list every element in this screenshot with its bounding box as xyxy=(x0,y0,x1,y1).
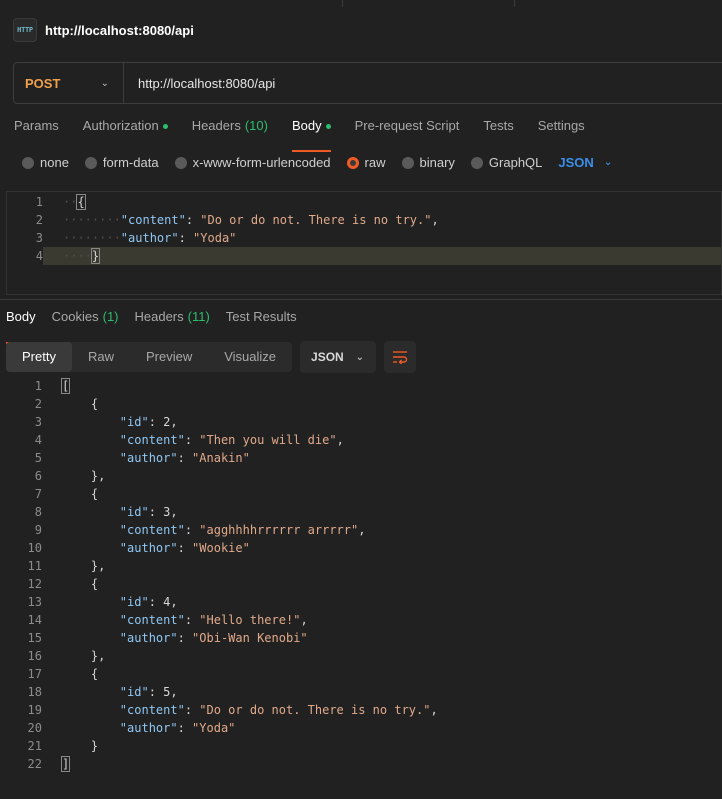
code-line: 14 "content": "Hello there!", xyxy=(27,613,308,627)
view-raw-button[interactable]: Raw xyxy=(72,342,130,372)
url-bar: POST ⌄ xyxy=(13,62,722,104)
code-line: 4 ····} xyxy=(7,247,721,265)
wrap-icon xyxy=(393,351,408,364)
tab-divider xyxy=(514,0,515,7)
method-label: POST xyxy=(25,75,61,91)
tab-cookies[interactable]: Cookies (1) xyxy=(52,309,119,335)
tab-response-body[interactable]: Body xyxy=(6,309,36,344)
code-line: 17 { xyxy=(27,667,99,681)
request-title-bar: HTTP http://localhost:8080/api xyxy=(13,14,194,46)
window-top-strip xyxy=(0,0,722,8)
request-tabs: Params Authorization Headers (10) Body Pr… xyxy=(14,118,585,152)
view-pretty-button[interactable]: Pretty xyxy=(6,342,72,372)
view-visualize-button[interactable]: Visualize xyxy=(208,342,292,372)
body-format-select[interactable]: JSON ⌄ xyxy=(558,155,612,170)
response-format-select[interactable]: JSON ⌄ xyxy=(300,341,377,373)
code-line: 16 }, xyxy=(27,649,106,663)
response-view-bar: Pretty Raw Preview Visualize JSON ⌄ xyxy=(6,341,417,373)
response-body-viewer[interactable]: 1[ 2 { 3 "id": 2, 4 "content": "Then you… xyxy=(6,377,722,773)
view-preview-button[interactable]: Preview xyxy=(130,342,208,372)
code-line: 18 "id": 5, xyxy=(27,685,178,699)
code-line: 8 "id": 3, xyxy=(34,505,178,519)
wrap-lines-button[interactable] xyxy=(384,341,417,373)
code-line: 20 "author": "Yoda" xyxy=(27,721,236,735)
tab-response-headers[interactable]: Headers (11) xyxy=(135,309,210,335)
view-mode-group: Pretty Raw Preview Visualize xyxy=(6,342,293,372)
url-input[interactable] xyxy=(124,75,684,91)
radio-graphql[interactable]: GraphQL xyxy=(470,155,542,170)
request-title[interactable]: http://localhost:8080/api xyxy=(45,23,194,38)
tab-authorization[interactable]: Authorization xyxy=(83,118,168,144)
code-line: 21 } xyxy=(27,739,99,753)
response-tabs: Body Cookies (1) Headers (11) Test Results xyxy=(6,309,297,344)
code-line: 5 "author": "Anakin" xyxy=(34,451,250,465)
tab-params[interactable]: Params xyxy=(14,118,59,144)
code-line: 11 }, xyxy=(27,559,106,573)
http-icon: HTTP xyxy=(13,18,37,42)
code-line: 7 { xyxy=(34,487,99,501)
radio-icon xyxy=(401,156,414,169)
chevron-down-icon: ⌄ xyxy=(100,77,109,89)
code-line: 3 ········"author": "Yoda" xyxy=(35,231,237,245)
code-line: 2 { xyxy=(34,397,99,411)
code-line: 6 }, xyxy=(34,469,106,483)
tab-pre-request-script[interactable]: Pre-request Script xyxy=(355,118,460,144)
code-line: 10 "author": "Wookie" xyxy=(27,541,250,555)
radio-selected-icon xyxy=(346,156,359,169)
tab-test-results[interactable]: Test Results xyxy=(226,309,297,335)
radio-icon xyxy=(84,156,97,169)
code-line: 2 ········"content": "Do or do not. Ther… xyxy=(35,213,439,227)
code-line: 9 "content": "agghhhhrrrrrr arrrrr", xyxy=(34,523,366,537)
radio-none[interactable]: none xyxy=(22,155,69,170)
code-line: 19 "content": "Do or do not. There is no… xyxy=(27,703,438,717)
code-line: 15 "author": "Obi-Wan Kenobi" xyxy=(27,631,308,645)
method-select[interactable]: POST ⌄ xyxy=(14,63,124,103)
chevron-down-icon: ⌄ xyxy=(355,351,365,363)
chevron-down-icon: ⌄ xyxy=(603,157,613,168)
code-line: 12 { xyxy=(27,577,99,591)
code-line: 3 "id": 2, xyxy=(34,415,178,429)
code-line: 1[ xyxy=(34,378,71,394)
radio-icon xyxy=(174,156,187,169)
panel-divider[interactable] xyxy=(0,299,722,300)
code-line: 1 ··{ xyxy=(35,194,86,210)
radio-icon xyxy=(470,156,483,169)
radio-form-data[interactable]: form-data xyxy=(84,155,159,170)
code-line: 13 "id": 4, xyxy=(27,595,178,609)
radio-raw[interactable]: raw xyxy=(346,155,386,170)
tab-divider xyxy=(342,0,343,7)
status-dot xyxy=(325,124,331,130)
radio-binary[interactable]: binary xyxy=(401,155,455,170)
tab-tests[interactable]: Tests xyxy=(483,118,513,144)
body-type-selector: none form-data x-www-form-urlencoded raw… xyxy=(22,155,612,170)
radio-icon xyxy=(22,156,34,169)
code-line: 22] xyxy=(27,756,71,772)
radio-x-www-form-urlencoded[interactable]: x-www-form-urlencoded xyxy=(174,155,331,170)
code-line: 4 "content": "Then you will die", xyxy=(34,433,344,447)
request-body-editor[interactable]: 1 ··{ 2 ········"content": "Do or do not… xyxy=(6,191,722,295)
tab-settings[interactable]: Settings xyxy=(538,118,585,144)
headers-count: (10) xyxy=(244,118,268,133)
tab-body[interactable]: Body xyxy=(291,118,331,152)
tab-headers[interactable]: Headers (10) xyxy=(192,118,268,144)
status-dot xyxy=(162,124,168,130)
